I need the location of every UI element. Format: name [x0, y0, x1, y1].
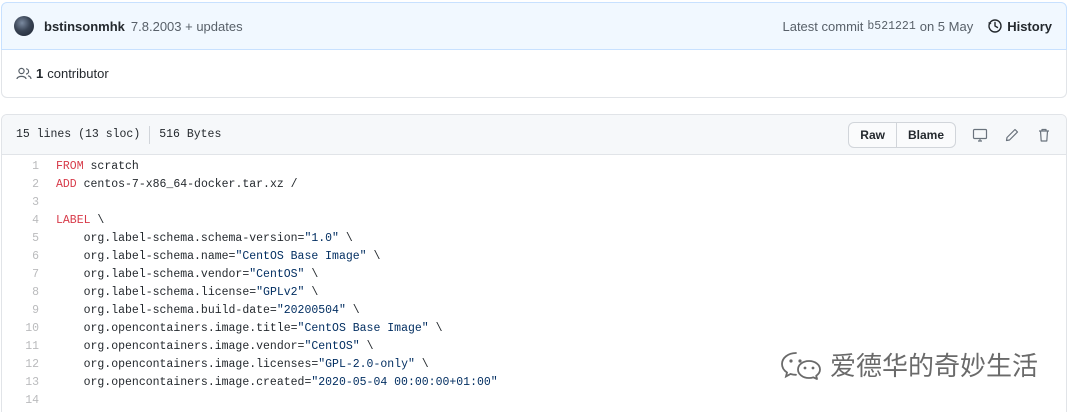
code-tail: \ [414, 357, 429, 371]
line-content: org.opencontainers.image.created="2020-0… [39, 376, 498, 389]
line-number[interactable]: 4 [2, 214, 39, 227]
line-content: org.opencontainers.image.title="CentOS B… [39, 321, 443, 335]
commit-date: on 5 May [919, 18, 974, 34]
line-number[interactable]: 2 [2, 178, 39, 191]
raw-button[interactable]: Raw [849, 123, 896, 147]
code-text: org.label-schema.vendor= [56, 267, 250, 281]
file-size: 516 Bytes [159, 128, 222, 141]
line-content: FROM scratch [39, 160, 139, 173]
line-content: org.label-schema.schema-version="1.0" \ [39, 232, 353, 245]
code-text: org.label-schema.license= [56, 285, 257, 299]
latest-commit-bar: bstinsonmhk 7.8.2003 + updates Latest co… [1, 2, 1067, 50]
line-number[interactable]: 8 [2, 286, 39, 299]
code-line: 10 org.opencontainers.image.title="CentO… [2, 319, 1066, 337]
line-content: org.label-schema.vendor="CentOS" \ [39, 267, 319, 281]
code-line: 9 org.label-schema.build-date="20200504"… [2, 301, 1066, 319]
trash-icon[interactable] [1036, 127, 1052, 143]
line-number[interactable]: 7 [2, 268, 39, 281]
line-number[interactable]: 1 [2, 160, 39, 173]
pencil-icon[interactable] [1004, 127, 1020, 143]
avatar[interactable] [14, 16, 34, 36]
code-line: 14 [2, 391, 1066, 409]
code-line: 7 org.label-schema.vendor="CentOS" \ [2, 265, 1066, 283]
line-number[interactable]: 6 [2, 250, 39, 263]
line-number[interactable]: 5 [2, 232, 39, 245]
code-tail: \ [338, 231, 353, 245]
raw-blame-group: Raw Blame [848, 121, 956, 148]
string-literal: "CentOS" [304, 339, 360, 353]
code-tail: \ [304, 285, 319, 299]
contributors-bar: 1 contributor [1, 50, 1067, 98]
code-text: org.label-schema.build-date= [56, 303, 277, 317]
string-literal: "CentOS" [249, 267, 305, 281]
line-number[interactable]: 10 [2, 322, 39, 335]
string-literal: "1.0" [304, 231, 339, 245]
code-tail: \ [359, 339, 374, 353]
code-line: 6 org.label-schema.name="CentOS Base Ima… [2, 247, 1066, 265]
line-content: org.opencontainers.image.vendor="CentOS"… [39, 339, 374, 353]
code-text: org.opencontainers.image.licenses= [56, 357, 319, 371]
people-icon [16, 67, 32, 79]
commit-meta: Latest commit b521221 on 5 May History [782, 18, 1052, 34]
code-text: org.opencontainers.image.title= [56, 321, 298, 335]
line-number[interactable]: 9 [2, 304, 39, 317]
line-number[interactable]: 12 [2, 358, 39, 371]
code-text: org.label-schema.name= [56, 249, 236, 263]
history-link[interactable]: History [987, 18, 1052, 34]
commit-sha[interactable]: b521221 [867, 20, 915, 33]
code-text: org.label-schema.schema-version= [56, 231, 305, 245]
watermark-text: 爱德华的奇妙生活 [830, 352, 1039, 382]
string-literal: "CentOS Base Image" [297, 321, 429, 335]
line-number[interactable]: 14 [2, 394, 39, 407]
line-content: org.label-schema.license="GPLv2" \ [39, 285, 319, 299]
string-literal: "2020-05-04 00:00:00+01:00" [311, 375, 498, 389]
string-literal: "GPL-2.0-only" [318, 357, 415, 371]
keyword: ADD [56, 177, 77, 191]
line-content: org.opencontainers.image.licenses="GPL-2… [39, 358, 429, 371]
code-text: org.opencontainers.image.created= [56, 375, 312, 389]
line-content: LABEL \ [39, 214, 104, 227]
contributor-count[interactable]: 1 [36, 66, 43, 81]
code-text: centos-7-x86_64-docker.tar.xz / [76, 177, 298, 191]
code-text: scratch [83, 159, 139, 173]
code-tail: \ [428, 321, 443, 335]
code-tail: \ [345, 303, 360, 317]
desktop-icon[interactable] [972, 127, 988, 143]
line-content: ADD centos-7-x86_64-docker.tar.xz / [39, 178, 298, 191]
code-tail: \ [304, 267, 319, 281]
file-header: 15 lines (13 sloc) 516 Bytes Raw Blame [2, 115, 1066, 155]
wechat-watermark: 爱德华的奇妙生活 [780, 346, 1038, 383]
header-divider [149, 125, 151, 144]
commit-message[interactable]: 7.8.2003 + updates [131, 19, 243, 34]
contributor-label[interactable]: contributor [47, 66, 108, 81]
code-line: 4 LABEL \ [2, 211, 1066, 229]
string-literal: "GPLv2" [256, 285, 305, 299]
history-label: History [1007, 18, 1052, 34]
line-content: org.label-schema.name="CentOS Base Image… [39, 249, 381, 263]
latest-commit-label: Latest commit [782, 18, 864, 34]
string-literal: "CentOS Base Image" [235, 249, 367, 263]
code-line: 1 FROM scratch [2, 157, 1066, 175]
blame-button[interactable]: Blame [895, 122, 955, 147]
code-tail: \ [366, 249, 381, 263]
file-lines-info: 15 lines (13 sloc) [16, 128, 141, 141]
history-icon [988, 19, 1002, 33]
line-number[interactable]: 13 [2, 376, 39, 389]
code-line: 5 org.label-schema.schema-version="1.0" … [2, 229, 1066, 247]
string-literal: "20200504" [276, 303, 346, 317]
code-line: 3 [2, 193, 1066, 211]
wechat-icon [781, 351, 821, 380]
code-line: 2 ADD centos-7-x86_64-docker.tar.xz / [2, 175, 1066, 193]
code-text: \ [90, 213, 105, 227]
commit-author[interactable]: bstinsonmhk [44, 19, 125, 34]
line-content: org.label-schema.build-date="20200504" \ [39, 304, 360, 317]
keyword: LABEL [56, 213, 91, 227]
file-actions: Raw Blame [848, 121, 1052, 148]
keyword: FROM [56, 159, 84, 173]
code-text: org.opencontainers.image.vendor= [56, 339, 305, 353]
line-number[interactable]: 11 [2, 340, 39, 353]
code-line: 8 org.label-schema.license="GPLv2" \ [2, 283, 1066, 301]
line-number[interactable]: 3 [2, 196, 39, 209]
